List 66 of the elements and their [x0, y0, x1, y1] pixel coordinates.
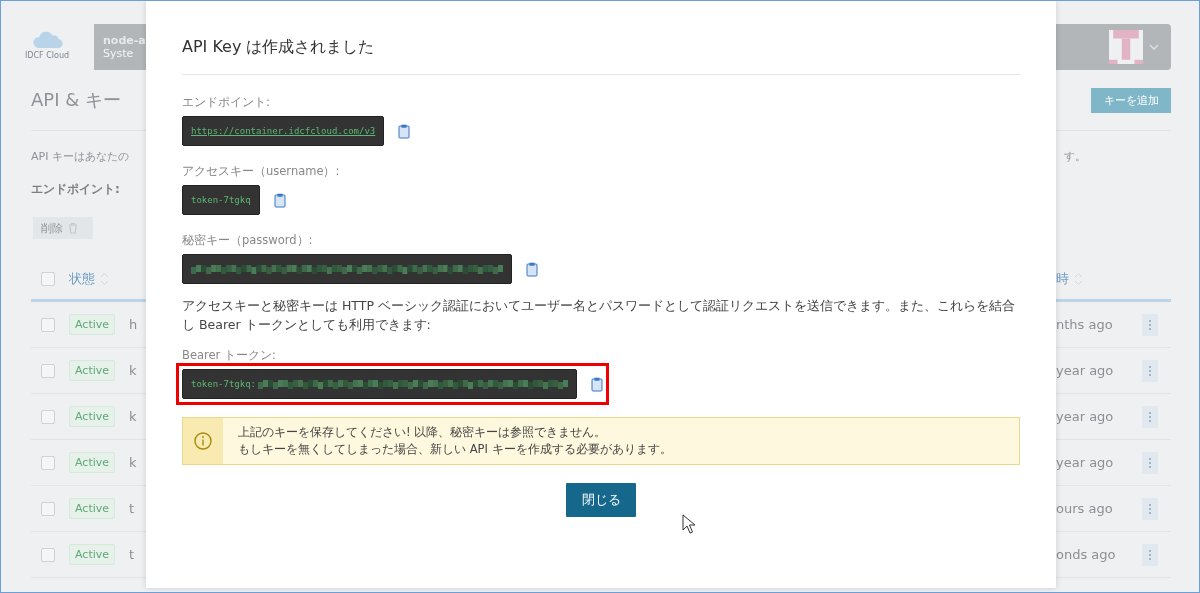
code-field[interactable]: token-7tgkq: [182, 369, 578, 399]
mouse-cursor-icon [682, 514, 696, 534]
more-button[interactable] [1142, 497, 1158, 520]
table-cell-text: year ago [1056, 455, 1115, 470]
clipboard-icon[interactable] [591, 376, 604, 392]
table-cell-text: year ago [1056, 363, 1115, 378]
code-field[interactable]: https://container.idcfcloud.com/v3 [182, 116, 385, 146]
field-label: 秘密キー（password）: [182, 233, 314, 248]
code-field[interactable] [182, 254, 512, 284]
logo-text: IDCF Cloud [25, 51, 70, 60]
table-cell: k [129, 363, 137, 378]
close-button[interactable]: 閉じる [566, 483, 636, 517]
checkbox[interactable] [41, 272, 55, 286]
chevron-down-icon [1149, 44, 1159, 50]
clipboard-icon[interactable] [398, 123, 411, 139]
field-label: Bearer トークン: [182, 348, 277, 363]
table-cell: k [129, 455, 137, 470]
checkbox[interactable] [41, 317, 55, 332]
clipboard-icon[interactable] [526, 261, 538, 277]
table-cell-text: ours ago [1056, 501, 1114, 516]
checkbox[interactable] [41, 547, 55, 562]
info-icon [194, 432, 212, 450]
status-badge: Active [69, 314, 116, 335]
delete-button[interactable]: 削除 [33, 217, 93, 239]
description-text: API キーはあなたの [31, 148, 129, 164]
checkbox[interactable] [41, 409, 55, 424]
user-menu[interactable] [1056, 24, 1171, 70]
clipboard-icon[interactable] [273, 192, 286, 208]
table-cell: h [129, 317, 138, 332]
checkbox[interactable] [41, 455, 55, 470]
checkbox[interactable] [41, 501, 55, 516]
more-button[interactable] [1142, 451, 1158, 474]
warning-text: もしキーを無くしてしまった場合、新しい API キーを作成する必要があります。 [238, 441, 672, 458]
table-cell: k [129, 409, 137, 424]
sort-icon[interactable] [100, 272, 109, 286]
field-label: エンドポイント: [182, 95, 271, 110]
page-title: API & キー [31, 88, 121, 112]
info-paragraph: アクセスキーと秘密キーは HTTP ベーシック認証においてユーザー名とパスワードとして認証リクエストを送信できます。また、これらを結合し Bearer トークンとしても利用できます: [182, 297, 1016, 334]
table-cell-text: onds ago [1056, 547, 1117, 562]
more-button[interactable] [1142, 543, 1158, 566]
table-cell: t [129, 501, 135, 516]
table-cell-text: year ago [1056, 409, 1115, 424]
warning-text: 上記のキーを保存してください! 以降、秘密キーは参照できません。 [238, 424, 608, 441]
more-button[interactable] [1142, 405, 1158, 428]
status-badge: Active [69, 406, 116, 427]
checkbox[interactable] [41, 363, 55, 378]
column-header[interactable]: 状態 [69, 270, 95, 288]
more-button[interactable] [1142, 313, 1158, 336]
status-badge: Active [69, 452, 116, 473]
table-cell: t [129, 547, 135, 562]
add-key-button[interactable]: キーを追加 [1091, 87, 1171, 113]
field-label: アクセスキー（username）: [182, 164, 341, 179]
status-badge: Active [69, 360, 116, 381]
code-field[interactable]: token-7tgkq [182, 185, 260, 215]
status-badge: Active [69, 544, 116, 565]
description-text: す。 [1064, 148, 1086, 164]
status-badge: Active [69, 498, 116, 519]
more-button[interactable] [1142, 359, 1158, 382]
avatar-icon [1109, 30, 1143, 64]
table-cell-text: nths ago [1056, 317, 1114, 332]
sort-icon[interactable] [1074, 272, 1083, 286]
trash-icon [68, 222, 78, 234]
endpoint-label: エンドポイント: [31, 180, 120, 198]
column-header[interactable]: 時 [1056, 270, 1069, 288]
modal-title: API Key は作成されました [182, 36, 376, 58]
cloud-logo-icon [33, 30, 63, 50]
